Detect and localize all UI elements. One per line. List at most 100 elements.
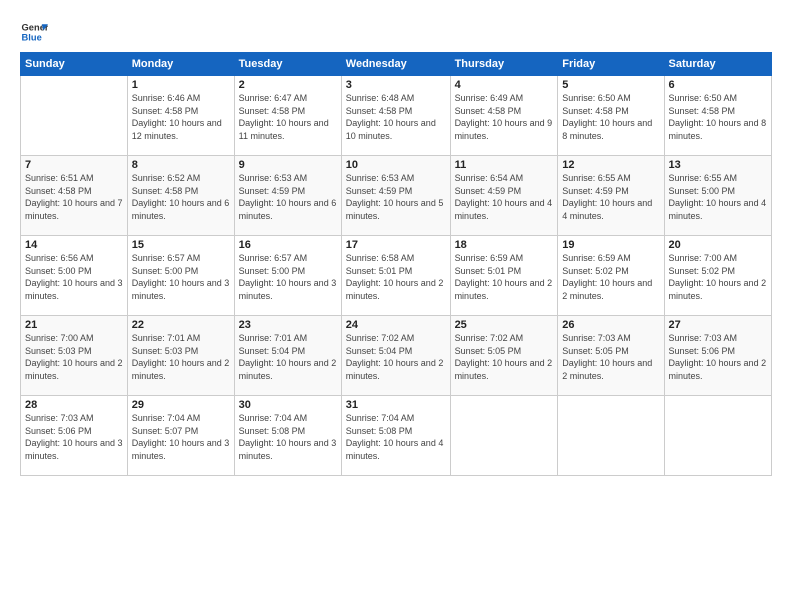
day-number: 7 [25, 159, 123, 171]
calendar-cell: 30 Sunrise: 7:04 AMSunset: 5:08 PMDayligh… [234, 396, 341, 476]
day-detail: Sunrise: 6:57 AMSunset: 5:00 PMDaylight:… [132, 253, 230, 301]
day-detail: Sunrise: 6:51 AMSunset: 4:58 PMDaylight:… [25, 173, 123, 221]
day-number: 23 [239, 319, 337, 331]
day-number: 25 [455, 319, 554, 331]
calendar-cell: 28 Sunrise: 7:03 AMSunset: 5:06 PMDayligh… [21, 396, 128, 476]
calendar-header-monday: Monday [127, 53, 234, 76]
calendar-cell: 9Sunrise: 6:53 AMSunset: 4:59 PMDaylight… [234, 156, 341, 236]
day-detail: Sunrise: 6:56 AMSunset: 5:00 PMDaylight:… [25, 253, 123, 301]
calendar-cell: 12 Sunrise: 6:55 AMSunset: 4:59 PMDayligh… [558, 156, 664, 236]
day-number: 31 [346, 399, 446, 411]
calendar-cell: 1 Sunrise: 6:46 AMSunset: 4:58 PMDaylight… [127, 76, 234, 156]
day-detail: Sunrise: 7:00 AMSunset: 5:02 PMDaylight:… [669, 253, 767, 301]
day-detail: Sunrise: 7:01 AMSunset: 5:03 PMDaylight:… [132, 333, 230, 381]
day-number: 18 [455, 239, 554, 251]
day-number: 30 [239, 399, 337, 411]
calendar-cell: 21Sunrise: 7:00 AMSunset: 5:03 PMDayligh… [21, 316, 128, 396]
day-detail: Sunrise: 7:01 AMSunset: 5:04 PMDaylight:… [239, 333, 337, 381]
logo-icon: General Blue [20, 18, 48, 46]
day-number: 16 [239, 239, 337, 251]
day-number: 1 [132, 79, 230, 91]
day-detail: Sunrise: 6:50 AMSunset: 4:58 PMDaylight:… [669, 93, 767, 141]
calendar-cell [450, 396, 558, 476]
day-number: 14 [25, 239, 123, 251]
day-detail: Sunrise: 6:55 AMSunset: 5:00 PMDaylight:… [669, 173, 767, 221]
day-number: 19 [562, 239, 659, 251]
calendar-cell [664, 396, 771, 476]
day-detail: Sunrise: 7:04 AMSunset: 5:08 PMDaylight:… [239, 413, 337, 461]
day-detail: Sunrise: 6:46 AMSunset: 4:58 PMDaylight:… [132, 93, 222, 141]
calendar-cell: 24 Sunrise: 7:02 AMSunset: 5:04 PMDayligh… [341, 316, 450, 396]
day-detail: Sunrise: 7:03 AMSunset: 5:06 PMDaylight:… [25, 413, 123, 461]
calendar-cell: 5 Sunrise: 6:50 AMSunset: 4:58 PMDaylight… [558, 76, 664, 156]
calendar-week-row: 7 Sunrise: 6:51 AMSunset: 4:58 PMDaylight… [21, 156, 772, 236]
calendar-table: SundayMondayTuesdayWednesdayThursdayFrid… [20, 52, 772, 476]
calendar-header-row: SundayMondayTuesdayWednesdayThursdayFrid… [21, 53, 772, 76]
day-detail: Sunrise: 7:03 AMSunset: 5:05 PMDaylight:… [562, 333, 652, 381]
day-number: 12 [562, 159, 659, 171]
page: General Blue SundayMondayTuesdayWednesda… [0, 0, 792, 612]
day-number: 13 [669, 159, 767, 171]
day-number: 17 [346, 239, 446, 251]
calendar-cell: 29 Sunrise: 7:04 AMSunset: 5:07 PMDayligh… [127, 396, 234, 476]
day-number: 4 [455, 79, 554, 91]
day-number: 24 [346, 319, 446, 331]
svg-text:Blue: Blue [22, 33, 42, 43]
day-detail: Sunrise: 6:48 AMSunset: 4:58 PMDaylight:… [346, 93, 436, 141]
day-number: 28 [25, 399, 123, 411]
day-number: 6 [669, 79, 767, 91]
day-number: 15 [132, 239, 230, 251]
calendar-header-tuesday: Tuesday [234, 53, 341, 76]
calendar-cell: 19 Sunrise: 6:59 AMSunset: 5:02 PMDayligh… [558, 236, 664, 316]
day-number: 11 [455, 159, 554, 171]
calendar-week-row: 1 Sunrise: 6:46 AMSunset: 4:58 PMDaylight… [21, 76, 772, 156]
calendar-header-friday: Friday [558, 53, 664, 76]
day-number: 22 [132, 319, 230, 331]
calendar-cell: 27Sunrise: 7:03 AMSunset: 5:06 PMDayligh… [664, 316, 771, 396]
calendar-cell: 11 Sunrise: 6:54 AMSunset: 4:59 PMDayligh… [450, 156, 558, 236]
day-detail: Sunrise: 7:04 AMSunset: 5:08 PMDaylight:… [346, 413, 444, 461]
day-detail: Sunrise: 6:54 AMSunset: 4:59 PMDaylight:… [455, 173, 553, 221]
day-number: 8 [132, 159, 230, 171]
calendar-week-row: 28 Sunrise: 7:03 AMSunset: 5:06 PMDayligh… [21, 396, 772, 476]
day-number: 21 [25, 319, 123, 331]
calendar-cell: 6 Sunrise: 6:50 AMSunset: 4:58 PMDaylight… [664, 76, 771, 156]
calendar-header-wednesday: Wednesday [341, 53, 450, 76]
calendar-cell [558, 396, 664, 476]
day-detail: Sunrise: 7:02 AMSunset: 5:04 PMDaylight:… [346, 333, 444, 381]
day-detail: Sunrise: 6:57 AMSunset: 5:00 PMDaylight:… [239, 253, 337, 301]
calendar-cell: 4 Sunrise: 6:49 AMSunset: 4:58 PMDaylight… [450, 76, 558, 156]
calendar-cell: 20Sunrise: 7:00 AMSunset: 5:02 PMDayligh… [664, 236, 771, 316]
calendar-header-saturday: Saturday [664, 53, 771, 76]
calendar-cell: 7 Sunrise: 6:51 AMSunset: 4:58 PMDaylight… [21, 156, 128, 236]
day-detail: Sunrise: 6:50 AMSunset: 4:58 PMDaylight:… [562, 93, 652, 141]
calendar-cell: 16 Sunrise: 6:57 AMSunset: 5:00 PMDayligh… [234, 236, 341, 316]
calendar-cell: 26 Sunrise: 7:03 AMSunset: 5:05 PMDayligh… [558, 316, 664, 396]
calendar-cell: 13 Sunrise: 6:55 AMSunset: 5:00 PMDayligh… [664, 156, 771, 236]
day-detail: Sunrise: 6:52 AMSunset: 4:58 PMDaylight:… [132, 173, 230, 221]
day-number: 26 [562, 319, 659, 331]
calendar-week-row: 21Sunrise: 7:00 AMSunset: 5:03 PMDayligh… [21, 316, 772, 396]
calendar-header-sunday: Sunday [21, 53, 128, 76]
day-detail: Sunrise: 7:04 AMSunset: 5:07 PMDaylight:… [132, 413, 230, 461]
calendar-week-row: 14 Sunrise: 6:56 AMSunset: 5:00 PMDayligh… [21, 236, 772, 316]
day-number: 10 [346, 159, 446, 171]
calendar-cell: 14 Sunrise: 6:56 AMSunset: 5:00 PMDayligh… [21, 236, 128, 316]
day-number: 2 [239, 79, 337, 91]
calendar-cell: 18Sunrise: 6:59 AMSunset: 5:01 PMDayligh… [450, 236, 558, 316]
day-number: 29 [132, 399, 230, 411]
header: General Blue [20, 18, 772, 46]
day-detail: Sunrise: 6:47 AMSunset: 4:58 PMDaylight:… [239, 93, 329, 141]
calendar-cell: 25Sunrise: 7:02 AMSunset: 5:05 PMDayligh… [450, 316, 558, 396]
calendar-cell: 31 Sunrise: 7:04 AMSunset: 5:08 PMDayligh… [341, 396, 450, 476]
calendar-cell: 10 Sunrise: 6:53 AMSunset: 4:59 PMDayligh… [341, 156, 450, 236]
calendar-cell [21, 76, 128, 156]
day-detail: Sunrise: 6:58 AMSunset: 5:01 PMDaylight:… [346, 253, 444, 301]
day-detail: Sunrise: 6:49 AMSunset: 4:58 PMDaylight:… [455, 93, 553, 141]
calendar-cell: 3Sunrise: 6:48 AMSunset: 4:58 PMDaylight… [341, 76, 450, 156]
day-number: 5 [562, 79, 659, 91]
day-detail: Sunrise: 6:55 AMSunset: 4:59 PMDaylight:… [562, 173, 652, 221]
day-detail: Sunrise: 6:53 AMSunset: 4:59 PMDaylight:… [346, 173, 444, 221]
day-number: 9 [239, 159, 337, 171]
day-detail: Sunrise: 6:59 AMSunset: 5:02 PMDaylight:… [562, 253, 652, 301]
